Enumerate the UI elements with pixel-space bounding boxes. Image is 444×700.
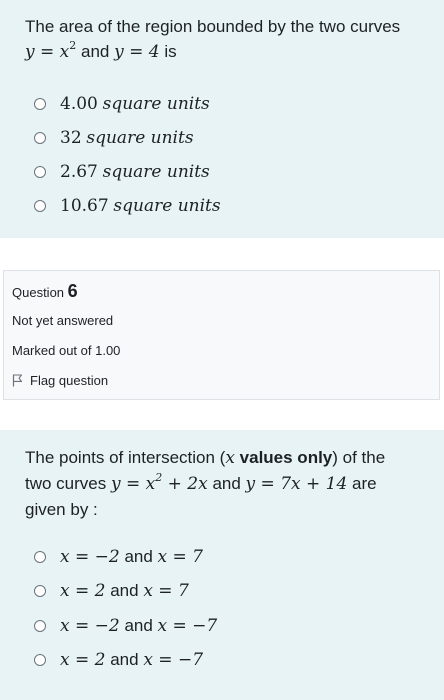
question-number-line: Question 6 bbox=[12, 281, 78, 302]
answer-option-label: x = −2 and x = 7 bbox=[60, 547, 204, 567]
radio-button[interactable] bbox=[34, 200, 46, 212]
flag-question-link[interactable]: Flag question bbox=[12, 373, 108, 388]
question-6-line-1: The points of intersection (x values onl… bbox=[25, 448, 386, 468]
answer-option-label: x = 2 and x = −7 bbox=[60, 650, 204, 670]
radio-button[interactable] bbox=[34, 585, 46, 597]
answer-option-1[interactable]: 4.00 square units bbox=[34, 90, 210, 118]
answer-option-1[interactable]: x = −2 and x = 7 bbox=[34, 543, 203, 571]
curve-2: y = 7x + 14 bbox=[245, 474, 348, 494]
answer-option-3[interactable]: 2.67 square units bbox=[34, 158, 210, 186]
radio-button[interactable] bbox=[34, 132, 46, 144]
answer-option-2[interactable]: 32 square units bbox=[34, 124, 194, 152]
question-5-line-1: The area of the region bounded by the tw… bbox=[25, 17, 401, 36]
curve-2: y = 4 bbox=[114, 42, 160, 62]
answer-option-label: x = 2 and x = 7 bbox=[60, 581, 189, 601]
radio-button[interactable] bbox=[34, 654, 46, 666]
question-5-line-2: y = x2 and y = 4 is bbox=[25, 39, 400, 65]
question-6-text: The points of intersection (x values onl… bbox=[25, 445, 385, 522]
answer-option-label: 10.67 square units bbox=[60, 196, 221, 216]
curve-1-exponent: 2 bbox=[69, 39, 77, 53]
is-text: is bbox=[164, 42, 177, 61]
values-only-emphasis: values only bbox=[239, 448, 333, 467]
radio-button[interactable] bbox=[34, 98, 46, 110]
and-text: and bbox=[212, 474, 241, 493]
answer-option-4[interactable]: 10.67 square units bbox=[34, 192, 221, 220]
curve-1: y = x bbox=[25, 42, 70, 62]
question-5-text: The area of the region bounded by the tw… bbox=[25, 14, 400, 65]
flag-icon bbox=[12, 374, 23, 387]
question-number: 6 bbox=[67, 281, 78, 301]
and-text: and bbox=[80, 42, 110, 61]
answer-option-label: 4.00 square units bbox=[60, 94, 210, 114]
question-6-line-2: two curves y = x2 + 2x and y = 7x + 14 a… bbox=[25, 471, 377, 494]
answer-option-3[interactable]: x = −2 and x = −7 bbox=[34, 612, 217, 640]
question-label: Question bbox=[12, 285, 65, 300]
question-status: Not yet answered bbox=[12, 313, 114, 328]
answer-option-label: x = −2 and x = −7 bbox=[60, 616, 218, 636]
curve-1: y = x2 + 2x bbox=[110, 471, 208, 494]
question-5-panel: The area of the region bounded by the tw… bbox=[0, 0, 444, 238]
question-marks: Marked out of 1.00 bbox=[12, 343, 121, 358]
answer-option-label: 32 square units bbox=[60, 128, 194, 148]
question-info-box: Question 6 Not yet answered Marked out o… bbox=[3, 270, 440, 400]
answer-option-2[interactable]: x = 2 and x = 7 bbox=[34, 577, 189, 605]
radio-button[interactable] bbox=[34, 551, 46, 563]
answer-option-4[interactable]: x = 2 and x = −7 bbox=[34, 646, 203, 674]
flag-question-label: Flag question bbox=[30, 373, 109, 388]
radio-button[interactable] bbox=[34, 166, 46, 178]
question-6-panel: The points of intersection (x values onl… bbox=[0, 430, 444, 700]
question-6-line-3: given by : bbox=[25, 500, 98, 519]
x-variable: x bbox=[225, 448, 235, 468]
answer-option-label: 2.67 square units bbox=[60, 162, 210, 182]
radio-button[interactable] bbox=[34, 620, 46, 632]
